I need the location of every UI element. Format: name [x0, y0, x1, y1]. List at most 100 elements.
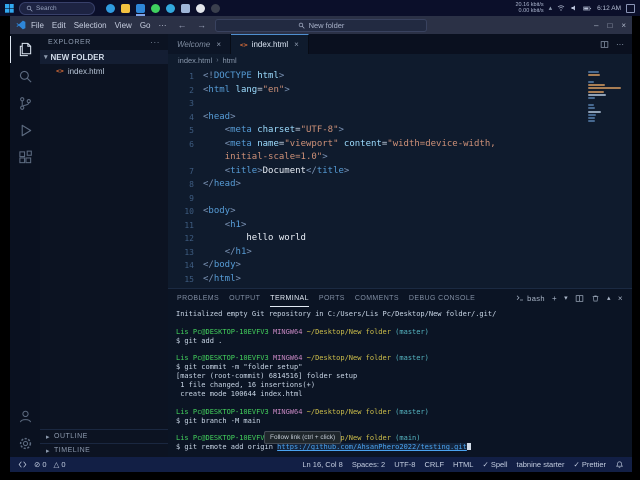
activity-settings-icon[interactable] [10, 430, 40, 457]
file-tree: <> index.html [40, 64, 168, 78]
problems-warnings[interactable]: △ 0 [54, 460, 66, 469]
link-tooltip: Follow link (ctrl + click) [264, 431, 342, 444]
activity-search-icon[interactable] [10, 63, 40, 90]
status-item-tabnine-starter[interactable]: tabnine starter [517, 460, 565, 469]
kill-terminal-trash-icon[interactable] [591, 294, 600, 303]
net-down: 0.00 kbit/s [518, 8, 544, 14]
close-panel-icon[interactable]: × [618, 294, 623, 303]
code-line: 2 <html lang="en"> [168, 84, 632, 98]
minimap[interactable] [588, 71, 624, 124]
wifi-icon[interactable] [557, 4, 565, 12]
status-item--spell[interactable]: ✓ Spell [482, 460, 507, 469]
activity-run-debug-icon[interactable] [10, 117, 40, 144]
activity-explorer-icon[interactable] [10, 36, 40, 63]
line-number: 5 [189, 126, 194, 135]
taskbar-app-whatsapp[interactable] [151, 3, 160, 13]
maximize-button[interactable]: □ [607, 21, 612, 30]
panel-tab-comments[interactable]: COMMENTS [355, 289, 399, 307]
command-center-search[interactable]: New folder [215, 18, 427, 32]
explorer-more-actions-icon[interactable]: ··· [150, 38, 160, 47]
code-line: 6 <meta name="viewport" content="width=d… [168, 138, 632, 152]
speaker-icon[interactable] [570, 4, 578, 12]
code-text: hello world [246, 233, 306, 243]
panel-header: PROBLEMS OUTPUT TERMINAL PORTS COMMENTS DEBUG… [168, 289, 632, 307]
tab-index-html[interactable]: <> index.html × [230, 34, 309, 54]
menu-overflow[interactable]: ··· [154, 21, 170, 30]
notifications-bell-icon[interactable] [615, 460, 624, 469]
taskbar-app-chrome[interactable] [196, 3, 205, 13]
split-terminal-icon[interactable] [575, 294, 584, 303]
editor-tabs: Welcome × <> index.html × ··· [168, 34, 632, 54]
panel-tab-problems[interactable]: PROBLEMS [177, 289, 219, 307]
code-text: <title>Document</title> [224, 165, 350, 176]
maximize-panel-icon[interactable]: ▴ [607, 294, 611, 302]
menu-view[interactable]: View [111, 21, 136, 30]
code-text: <meta charset="UTF-8"> [224, 125, 344, 135]
breadcrumb-item[interactable]: index.html [178, 56, 212, 65]
menu-file[interactable]: File [27, 21, 48, 30]
code-editor[interactable]: 1 <!DOCTYPE html> 2 <html lang="en"> 3 4 <head… [168, 67, 632, 288]
new-terminal-icon[interactable]: + [552, 294, 557, 303]
taskbar-app-word[interactable] [181, 3, 190, 13]
status-item-html[interactable]: HTML [453, 460, 473, 469]
vscode-logo-icon [16, 20, 26, 30]
code-text: initial-scale=1.0"> [224, 152, 328, 162]
vscode-window: File Edit Selection View Go ··· ← → New folde… [10, 16, 632, 472]
activity-source-control-icon[interactable] [10, 90, 40, 117]
folder-root[interactable]: ▾ NEW FOLDER [40, 50, 168, 64]
minimize-button[interactable]: – [594, 21, 598, 30]
shell-selector[interactable]: bash [516, 294, 545, 303]
code-text: <!DOCTYPE html> [203, 71, 285, 81]
tray-expand-icon[interactable]: ▴ [549, 4, 553, 12]
tab-welcome[interactable]: Welcome × [168, 34, 231, 54]
terminal[interactable]: Initialized empty Git repository in C:/U… [168, 307, 632, 457]
file-item[interactable]: <> index.html [40, 64, 168, 78]
taskbar-app-file-explorer[interactable] [121, 3, 130, 13]
windows-taskbar: Search 20.16 kbit/s 0.00 kbit/s ▴ 6:12 A… [0, 0, 640, 16]
sidebar-section-timeline[interactable]: ▸ TIMELINE [40, 443, 168, 457]
terminal-line: $ git add . [176, 336, 223, 345]
status-bar: ⊘ 0 △ 0 Ln 16, Col 8 Spaces: 2 UTF-8 CRLF HT… [10, 457, 632, 472]
close-tab-icon[interactable]: × [216, 40, 221, 49]
panel-tab-ports[interactable]: PORTS [319, 289, 345, 307]
status-item--prettier[interactable]: ✓ Prettier [573, 460, 606, 469]
problems-errors[interactable]: ⊘ 0 [34, 460, 47, 469]
status-item-spaces-2[interactable]: Spaces: 2 [352, 460, 385, 469]
breadcrumb[interactable]: index.html › html [168, 54, 632, 67]
notification-center-icon[interactable] [626, 3, 635, 13]
menu-edit[interactable]: Edit [48, 21, 70, 30]
section-label: OUTLINE [54, 433, 88, 440]
clock[interactable]: 6:12 AM [597, 5, 621, 12]
taskbar-app-edge[interactable] [106, 3, 115, 13]
breadcrumb-item[interactable]: html [223, 56, 237, 65]
battery-icon[interactable] [583, 4, 592, 13]
panel-tab-output[interactable]: OUTPUT [229, 289, 260, 307]
status-item-crlf[interactable]: CRLF [424, 460, 444, 469]
status-item-utf-8[interactable]: UTF-8 [394, 460, 415, 469]
nav-arrows[interactable]: ← → [177, 20, 210, 30]
terminal-cursor [466, 443, 471, 451]
panel-tab-debug-console[interactable]: DEBUG CONSOLE [409, 289, 475, 307]
taskbar-app-obs[interactable] [211, 3, 220, 13]
close-button[interactable]: × [621, 21, 626, 30]
breadcrumb-separator-icon: › [216, 57, 219, 64]
taskbar-search[interactable]: Search [19, 1, 95, 15]
code-line: 13 </h1> [168, 246, 632, 260]
remote-indicator-icon[interactable] [18, 460, 27, 469]
activity-account-icon[interactable] [10, 403, 40, 430]
terminal-dropdown-icon[interactable]: ▾ [564, 294, 568, 302]
close-tab-icon[interactable]: × [294, 40, 299, 49]
taskbar-app-telegram[interactable] [166, 3, 175, 13]
editor-more-actions-icon[interactable]: ··· [616, 40, 624, 49]
split-editor-icon[interactable] [600, 40, 609, 49]
panel-tab-terminal[interactable]: TERMINAL [270, 289, 309, 307]
code-text: </head> [203, 179, 241, 189]
start-button[interactable] [5, 3, 14, 13]
menu-selection[interactable]: Selection [70, 21, 111, 30]
taskbar-app-vscode[interactable] [136, 3, 145, 16]
activity-extensions-icon[interactable] [10, 144, 40, 171]
status-item-ln-16-col-8[interactable]: Ln 16, Col 8 [302, 460, 342, 469]
menu-go[interactable]: Go [136, 21, 155, 30]
sidebar-section-outline[interactable]: ▸ OUTLINE [40, 429, 168, 443]
